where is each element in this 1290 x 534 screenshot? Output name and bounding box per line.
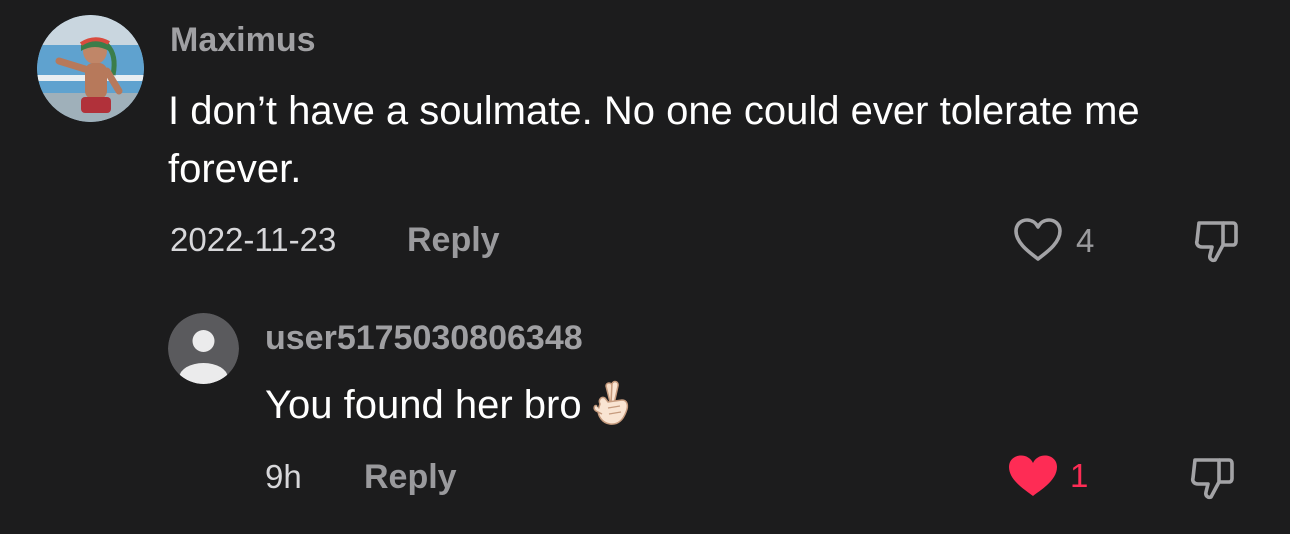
profile-photo	[37, 15, 144, 122]
comment-date: 2022-11-23	[170, 221, 337, 258]
crossed-fingers-emoji	[592, 378, 632, 428]
reply-username[interactable]: user5175030806348	[265, 316, 583, 360]
thumbs-down-icon	[1190, 458, 1234, 500]
reply-dislike-button[interactable]	[1186, 452, 1238, 504]
comment-text: I don’t have a soulmate. No one could ev…	[168, 89, 1140, 191]
reply-like-button[interactable]	[1006, 453, 1060, 499]
reply-button[interactable]: Reply	[407, 219, 500, 261]
like-count: 4	[1076, 222, 1095, 259]
reply-to-reply-button[interactable]: Reply	[364, 456, 457, 498]
heart-filled-icon	[1009, 455, 1057, 496]
comment-thread: Maximus I don’t have a soulmate. No one …	[0, 0, 1290, 534]
thumbs-down-icon	[1194, 221, 1238, 263]
heart-outline-icon	[1014, 218, 1062, 261]
dislike-button[interactable]	[1190, 215, 1242, 267]
reply-text: You found her bro	[265, 383, 582, 427]
avatar[interactable]	[37, 15, 144, 122]
like-button[interactable]	[1012, 217, 1064, 263]
comment-username[interactable]: Maximus	[170, 18, 316, 62]
reply-avatar[interactable]	[168, 313, 239, 384]
default-avatar-icon	[168, 313, 239, 384]
reply-like-count: 1	[1070, 457, 1089, 494]
reply-text-row: You found her bro	[265, 376, 632, 434]
reply-time: 9h	[265, 458, 302, 495]
